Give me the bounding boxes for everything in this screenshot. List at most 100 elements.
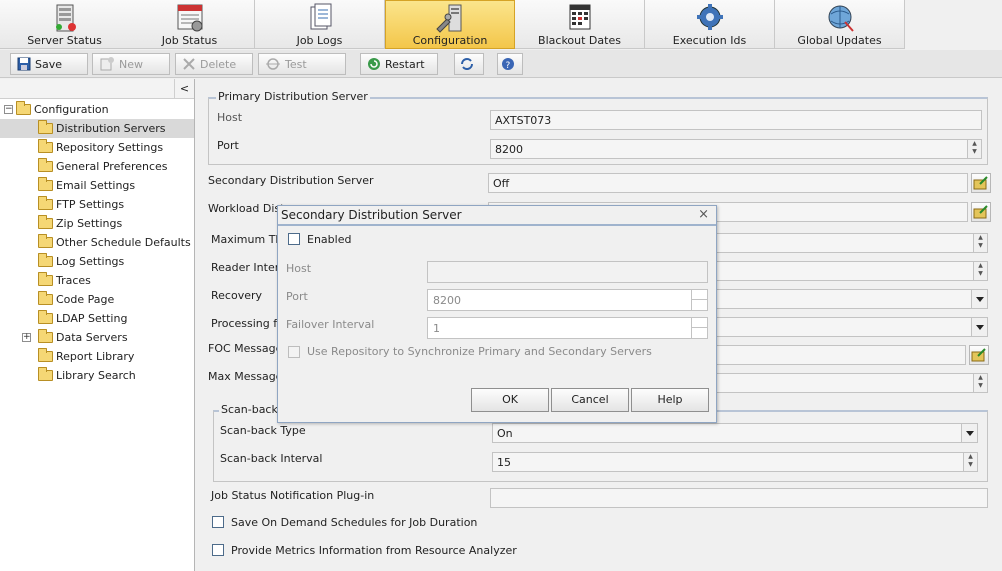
dialog-port-stepper[interactable]: 8200 <box>427 289 708 311</box>
enabled-checkbox[interactable] <box>288 233 300 245</box>
tree-item-data-servers[interactable]: + Data Servers <box>22 328 128 347</box>
tree-label: Report Library <box>56 350 135 363</box>
folder-icon <box>38 310 53 324</box>
dialog-host-field[interactable] <box>427 261 708 283</box>
spinner-icon[interactable]: ▲ ▼ <box>973 262 987 280</box>
tab-server-status[interactable]: Server Status <box>0 0 130 49</box>
tree-item-repository-settings[interactable]: Repository Settings <box>38 138 163 157</box>
tree-item-library-search[interactable]: Library Search <box>38 366 136 385</box>
ok-button[interactable]: OK <box>471 388 549 412</box>
cancel-button[interactable]: Cancel <box>551 388 629 412</box>
scanback-interval-stepper[interactable]: 15 ▲ ▼ <box>492 452 978 472</box>
restart-button[interactable]: Restart <box>360 53 438 75</box>
folder-icon <box>38 329 53 343</box>
folder-edit-icon <box>973 176 988 190</box>
svg-text:?: ? <box>506 61 511 71</box>
global-updates-icon <box>828 5 854 32</box>
spinner-icon[interactable] <box>691 290 708 310</box>
scanback-interval-label: Scan-back Interval <box>220 452 323 465</box>
test-label: Test <box>285 57 307 71</box>
tree-item-ldap-setting[interactable]: LDAP Setting <box>38 309 127 328</box>
tab-label: Execution Ids <box>672 34 747 47</box>
tree-label: Distribution Servers <box>56 122 166 135</box>
tree-item-report-library[interactable]: Report Library <box>38 347 134 366</box>
save-button[interactable]: Save <box>10 53 88 75</box>
port-spinner-icon[interactable]: ▲ ▼ <box>967 140 981 158</box>
scanback-type-select[interactable]: On <box>492 423 978 443</box>
save-on-demand-label: Save On Demand Schedules for Job Duratio… <box>231 516 478 529</box>
tab-configuration[interactable]: Configuration <box>385 0 515 49</box>
help-dialog-button[interactable]: Help <box>631 388 709 412</box>
enabled-label: Enabled <box>307 233 352 246</box>
delete-button[interactable]: Delete <box>175 53 253 75</box>
save-on-demand-checkbox[interactable] <box>212 516 224 528</box>
delete-label: Delete <box>200 57 237 71</box>
spinner-icon[interactable]: ▲ ▼ <box>973 374 987 392</box>
tree-item-zip-settings[interactable]: Zip Settings <box>38 214 122 233</box>
chevron-down-icon[interactable] <box>971 318 987 336</box>
tree-item-code-page[interactable]: Code Page <box>38 290 114 309</box>
notification-field[interactable] <box>490 488 988 508</box>
expand-expander-icon[interactable]: + <box>22 333 31 342</box>
sync-label: Use Repository to Synchronize Primary an… <box>307 345 652 358</box>
job-logs-icon <box>310 3 331 30</box>
dialog-host-label: Host <box>286 262 312 275</box>
delete-icon <box>183 58 195 70</box>
metrics-label: Provide Metrics Information from Resourc… <box>231 544 517 557</box>
failover-stepper[interactable]: 1 <box>427 317 708 339</box>
tab-global-updates[interactable]: Global Updates <box>775 0 905 49</box>
secondary-edit-button[interactable] <box>971 173 991 193</box>
tab-execution-ids[interactable]: Execution Ids <box>645 0 775 49</box>
metrics-checkbox[interactable] <box>212 544 224 556</box>
workload-edit-button[interactable] <box>971 202 991 222</box>
test-button[interactable]: Test <box>258 53 346 75</box>
folder-icon <box>16 101 31 115</box>
spinner-icon[interactable]: ▲ ▼ <box>973 234 987 252</box>
save-icon <box>17 57 31 71</box>
tree-label: Library Search <box>56 369 136 382</box>
tree-root-configuration[interactable]: − Configuration <box>4 100 109 119</box>
new-button[interactable]: New <box>92 53 170 75</box>
secondary-server-dialog: Secondary Distribution Server × Enabled … <box>277 205 717 423</box>
host-label: Host <box>217 111 243 124</box>
tree-label: General Preferences <box>56 160 168 173</box>
chevron-down-icon[interactable] <box>971 290 987 308</box>
secondary-server-field[interactable]: Off <box>488 173 968 193</box>
port-stepper[interactable]: 8200 ▲ ▼ <box>490 139 982 159</box>
failover-value: 1 <box>433 322 440 335</box>
tree-item-distribution-servers[interactable]: Distribution Servers <box>0 119 194 138</box>
host-field[interactable]: AXTST073 <box>490 110 982 130</box>
tab-job-status[interactable]: Job Status <box>125 0 255 49</box>
tree-item-ftp-settings[interactable]: FTP Settings <box>38 195 124 214</box>
tree-item-log-settings[interactable]: Log Settings <box>38 252 124 271</box>
chevron-down-icon[interactable] <box>961 424 977 442</box>
spinner-icon[interactable]: ▲ ▼ <box>963 453 977 471</box>
tab-job-logs[interactable]: Job Logs <box>255 0 385 49</box>
folder-icon <box>38 196 53 210</box>
help-icon: ? <box>502 58 514 71</box>
dialog-titlebar[interactable]: Secondary Distribution Server × <box>278 206 716 226</box>
refresh-button[interactable] <box>454 53 484 75</box>
reader-interval-label: Reader Interv <box>211 261 286 274</box>
refresh-icon <box>461 58 473 70</box>
tree-item-general-preferences[interactable]: General Preferences <box>38 157 168 176</box>
tree-item-other-schedule-defaults[interactable]: Other Schedule Defaults <box>38 233 191 252</box>
close-icon[interactable]: × <box>698 207 709 222</box>
tab-label: Server Status <box>27 34 102 47</box>
server-status-icon <box>55 4 76 32</box>
spinner-icon[interactable] <box>691 318 708 338</box>
tab-blackout-dates[interactable]: Blackout Dates <box>515 0 645 49</box>
folder-icon <box>38 253 53 267</box>
collapse-expander-icon[interactable]: − <box>4 105 13 114</box>
tab-label: Configuration <box>412 34 488 47</box>
collapse-sidebar-button[interactable]: < <box>174 79 194 99</box>
new-label: New <box>119 57 143 71</box>
sync-checkbox[interactable] <box>288 346 300 358</box>
tree-item-traces[interactable]: Traces <box>38 271 91 290</box>
dialog-port-value: 8200 <box>433 294 461 307</box>
help-button[interactable]: ? <box>497 53 523 75</box>
toolbar: Save New Delete Test Restart ? <box>0 50 1002 78</box>
tree-item-email-settings[interactable]: Email Settings <box>38 176 135 195</box>
foc-edit-button[interactable] <box>969 345 989 365</box>
execution-ids-icon <box>696 4 723 30</box>
